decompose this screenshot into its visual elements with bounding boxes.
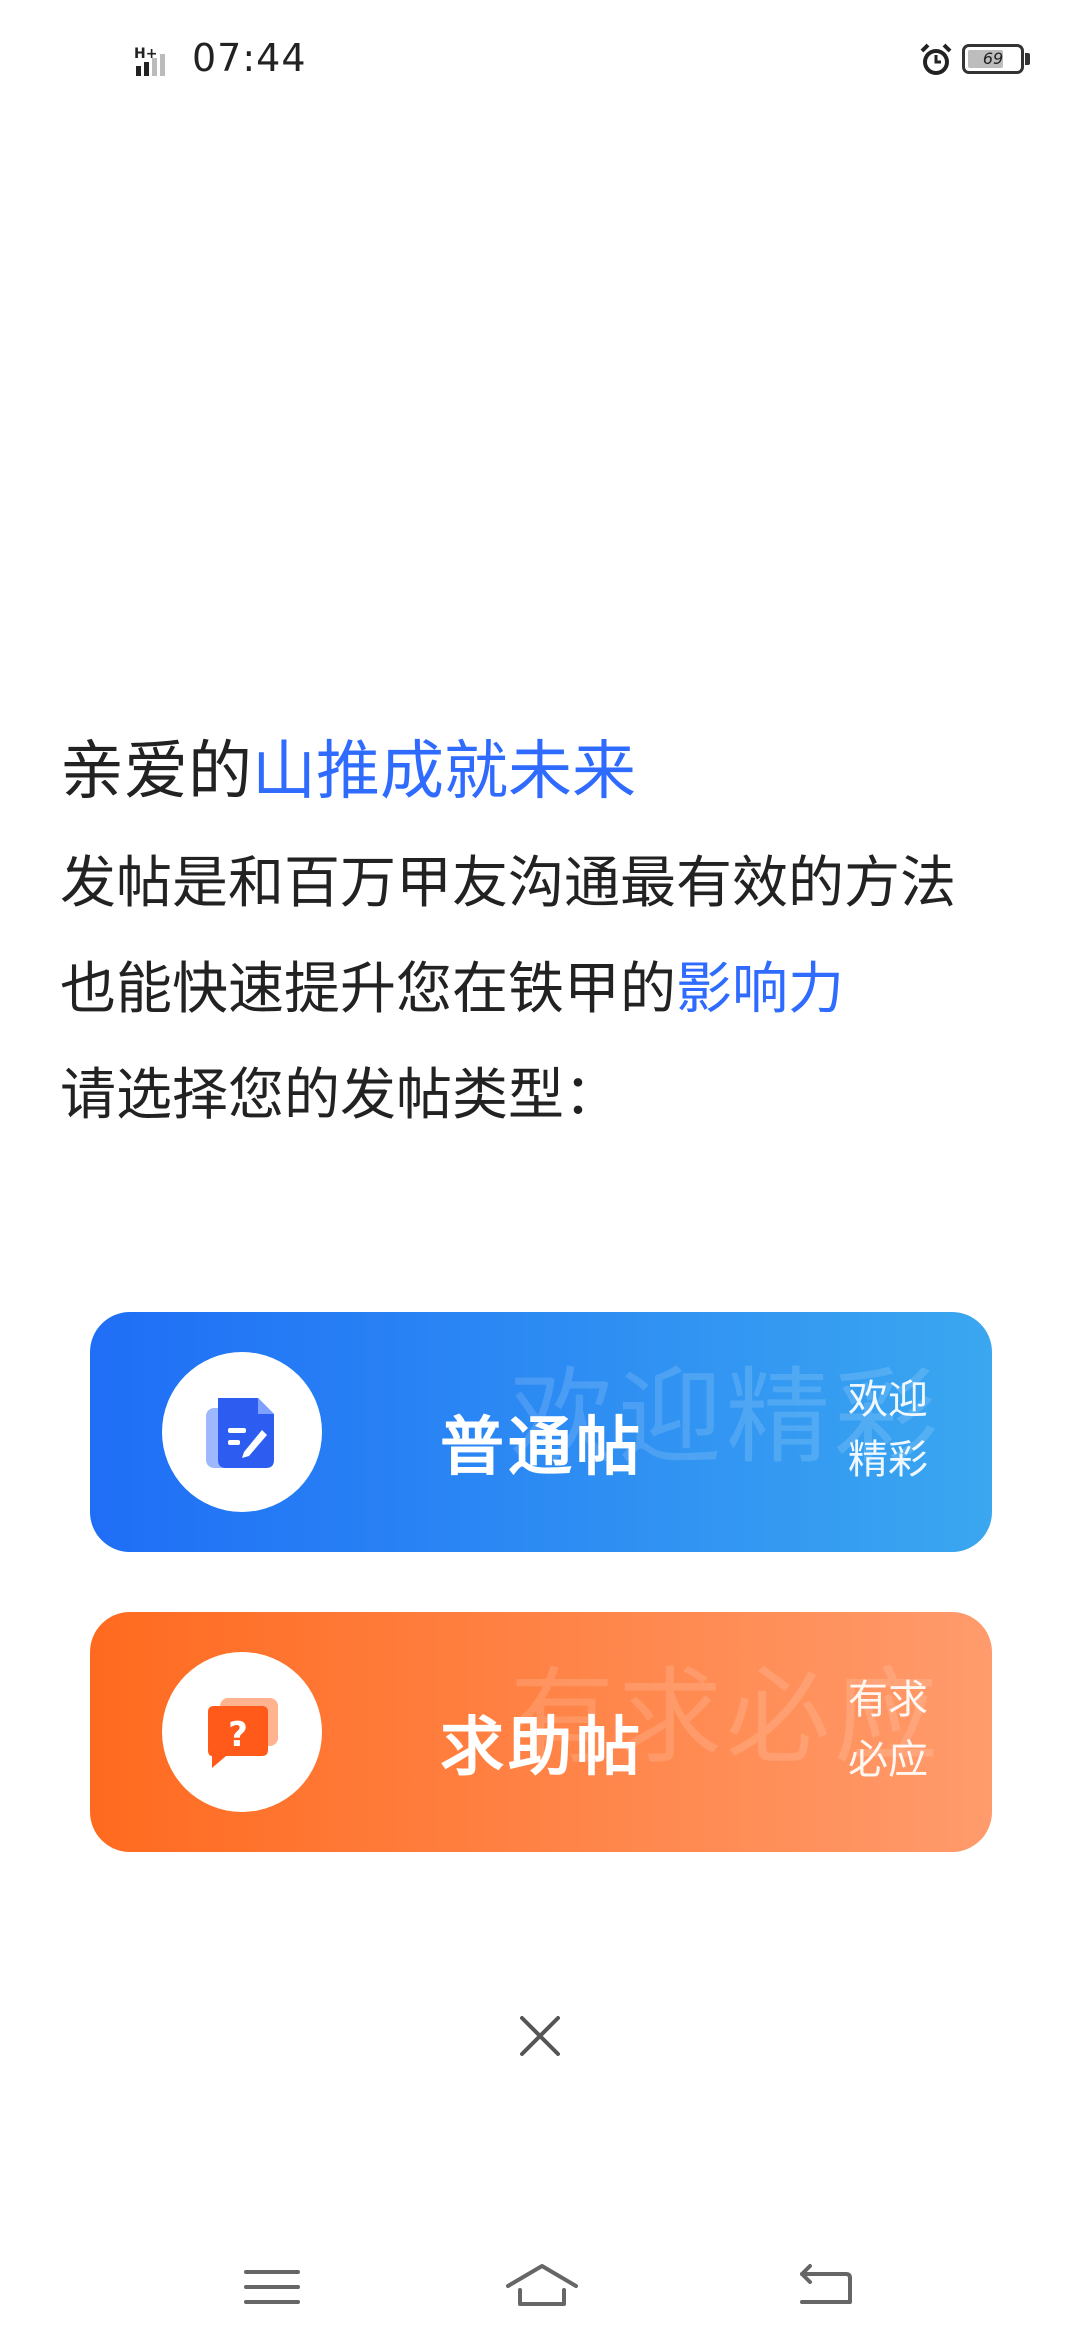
normal-post-icon-circle bbox=[162, 1352, 322, 1512]
help-post-tag-line-2: 必应 bbox=[848, 1737, 928, 1783]
status-bar: H+ 07:44 69 bbox=[0, 0, 1080, 120]
back-icon[interactable] bbox=[786, 2252, 866, 2322]
normal-post-tag-line-1: 欢迎 bbox=[848, 1377, 928, 1423]
close-icon[interactable] bbox=[514, 2010, 566, 2062]
intro-text: 亲爱的山推成就未来 发帖是和百万甲友沟通最有效的方法 也能快速提升您在铁甲的影响… bbox=[60, 740, 1040, 1172]
battery-level-text: 69 bbox=[982, 49, 1004, 68]
intro-line-3-prefix: 也能快速提升您在铁甲的 bbox=[60, 957, 676, 1022]
normal-post-title: 普通帖 bbox=[440, 1411, 644, 1485]
choose-type-prompt: 请选择您的发帖类型： bbox=[60, 1063, 620, 1128]
menu-icon[interactable] bbox=[232, 2252, 312, 2322]
battery-tip bbox=[1025, 53, 1030, 65]
question-chat-icon: ? bbox=[208, 1698, 278, 1768]
normal-post-button[interactable]: 欢迎精彩 普通帖 欢迎 精彩 bbox=[90, 1312, 992, 1552]
alarm-icon bbox=[920, 43, 952, 75]
intro-line-2: 发帖是和百万甲友沟通最有效的方法 bbox=[60, 851, 956, 916]
status-time: 07:44 bbox=[192, 36, 307, 80]
help-post-tag-line-1: 有求 bbox=[848, 1677, 928, 1723]
help-post-title: 求助帖 bbox=[440, 1711, 644, 1785]
greeting-line: 亲爱的山推成就未来 bbox=[60, 740, 1040, 854]
greeting-prefix: 亲爱的 bbox=[60, 735, 252, 809]
username: 山推成就未来 bbox=[252, 735, 636, 809]
home-icon[interactable] bbox=[502, 2252, 582, 2322]
help-post-button[interactable]: 有求必应 ? 求助帖 有求 必应 bbox=[90, 1612, 992, 1852]
battery-icon: 69 bbox=[962, 44, 1024, 74]
intro-line-3: 也能快速提升您在铁甲的影响力 bbox=[60, 960, 1040, 1066]
help-post-icon-circle: ? bbox=[162, 1652, 322, 1812]
svg-text:?: ? bbox=[228, 1715, 248, 1755]
signal-icon: H+ bbox=[134, 46, 165, 76]
document-edit-icon bbox=[206, 1398, 274, 1468]
normal-post-tag-line-2: 精彩 bbox=[848, 1437, 928, 1483]
post-type-selector-screen: H+ 07:44 69 亲爱的山推成就未来 发帖是和百万甲友沟通最有效的方法 也… bbox=[0, 0, 1080, 2340]
influence-highlight: 影响力 bbox=[676, 957, 844, 1022]
